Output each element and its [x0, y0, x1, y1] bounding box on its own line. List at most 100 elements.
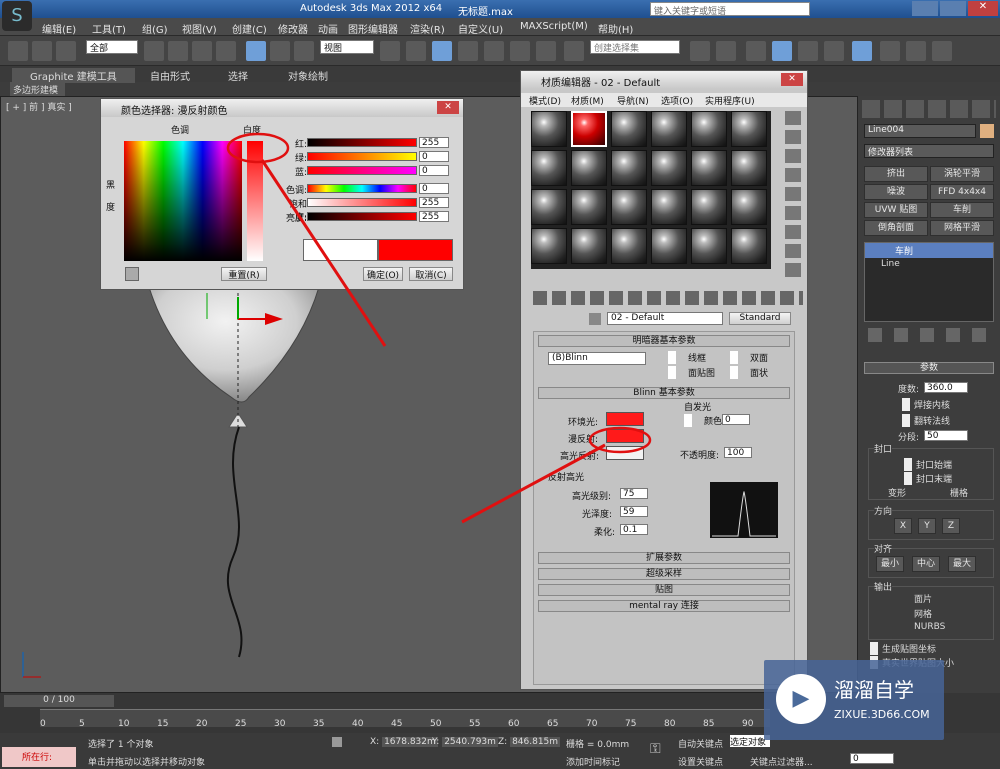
- face-map-checkbox[interactable]: 面贴图: [668, 366, 715, 379]
- output-nurbs-radio[interactable]: NURBS: [914, 622, 945, 632]
- close-icon[interactable]: ✕: [781, 73, 803, 86]
- pivot-icon[interactable]: [380, 41, 400, 61]
- degrees-value[interactable]: 360.0: [924, 382, 968, 393]
- tab-selection[interactable]: 选择: [228, 68, 248, 83]
- maxscript-listener[interactable]: 所在行:: [2, 747, 76, 767]
- turbosmooth-button[interactable]: 涡轮平滑: [930, 166, 994, 182]
- channel-slider[interactable]: [307, 198, 417, 207]
- menu-item[interactable]: 修改器: [278, 21, 308, 36]
- modifier-list-dropdown[interactable]: 修改器列表: [864, 144, 994, 158]
- eyedropper-icon[interactable]: [589, 313, 601, 325]
- sample-slot[interactable]: [731, 150, 767, 186]
- channel-slider[interactable]: [307, 184, 417, 193]
- sample-slot[interactable]: [651, 189, 687, 225]
- wire-checkbox[interactable]: 线框: [668, 351, 706, 364]
- ribbon-toggle-icon[interactable]: [772, 41, 792, 61]
- specular-swatch[interactable]: [606, 446, 644, 460]
- reset-button[interactable]: 重置(R): [221, 267, 267, 281]
- lock-icon[interactable]: [332, 737, 342, 747]
- mat-menu-mode[interactable]: 模式(D): [529, 94, 561, 107]
- spec-level-value[interactable]: 75: [620, 488, 648, 499]
- sample-slot[interactable]: [531, 150, 567, 186]
- segments-value[interactable]: 50: [924, 430, 968, 441]
- align-min-button[interactable]: 最小: [876, 556, 904, 572]
- lathe-button[interactable]: 车削: [930, 202, 994, 218]
- extended-params-rollout[interactable]: 扩展参数: [538, 552, 790, 564]
- channel-slider[interactable]: [307, 138, 417, 147]
- select-icon[interactable]: [144, 41, 164, 61]
- rect-select-icon[interactable]: [192, 41, 212, 61]
- sample-slot[interactable]: [571, 150, 607, 186]
- unlink-icon[interactable]: [32, 41, 52, 61]
- channel-slider[interactable]: [307, 166, 417, 175]
- cap-end-checkbox[interactable]: 封口末端: [904, 472, 952, 485]
- app-logo-icon[interactable]: S: [2, 1, 32, 31]
- supersampling-rollout[interactable]: 超级采样: [538, 568, 790, 580]
- opacity-value[interactable]: 100: [724, 447, 752, 458]
- render-setup-icon[interactable]: [880, 41, 900, 61]
- z-coord-value[interactable]: 846.815m: [510, 737, 561, 747]
- current-frame[interactable]: 0: [850, 753, 894, 764]
- gen-map-coords-checkbox[interactable]: 生成贴图坐标: [870, 642, 936, 655]
- mat-menu-options[interactable]: 选项(O): [661, 94, 693, 107]
- scale-icon[interactable]: [294, 41, 314, 61]
- menu-item[interactable]: 编辑(E): [42, 21, 76, 36]
- extrude-button[interactable]: 挤出: [864, 166, 928, 182]
- menu-item[interactable]: 工具(T): [92, 21, 126, 36]
- mat-menu-nav[interactable]: 导航(N): [617, 94, 649, 107]
- select-manipulate-icon[interactable]: [406, 41, 426, 61]
- sample-slot[interactable]: [531, 189, 567, 225]
- stack-item-lathe[interactable]: 车削: [865, 243, 993, 258]
- sample-slot[interactable]: [731, 111, 767, 147]
- sample-slot[interactable]: [611, 111, 647, 147]
- bind-icon[interactable]: [56, 41, 76, 61]
- noise-button[interactable]: 噪波: [864, 184, 928, 200]
- sample-slot[interactable]: [571, 228, 607, 264]
- channel-value[interactable]: 255: [419, 211, 449, 222]
- channel-slider[interactable]: [307, 152, 417, 161]
- poly-modeling-tab[interactable]: 多边形建模: [10, 82, 65, 96]
- sample-slot[interactable]: [691, 189, 727, 225]
- set-key-label[interactable]: 设置关键点: [678, 755, 723, 768]
- maps-rollout[interactable]: 贴图: [538, 584, 790, 596]
- material-type-button[interactable]: Standard: [729, 312, 791, 325]
- curve-editor-icon[interactable]: [798, 41, 818, 61]
- cap-start-checkbox[interactable]: 封口始端: [904, 458, 952, 471]
- sample-slot[interactable]: [691, 228, 727, 264]
- sample-slot[interactable]: [611, 228, 647, 264]
- render-icon[interactable]: [932, 41, 952, 61]
- named-selection-dropdown[interactable]: 创建选择集: [590, 40, 680, 54]
- gloss-value[interactable]: 59: [620, 506, 648, 517]
- self-illum-color-checkbox[interactable]: 颜色: [684, 414, 722, 427]
- y-coord-value[interactable]: 2540.793m: [442, 737, 498, 747]
- bevel-profile-button[interactable]: 倒角剖面: [864, 220, 928, 236]
- sample-slot[interactable]: [531, 228, 567, 264]
- material-editor-icon[interactable]: [852, 41, 872, 61]
- sample-slot[interactable]: [651, 228, 687, 264]
- keyboard-shortcut-icon[interactable]: [432, 41, 452, 61]
- meshsmooth-button[interactable]: 网格平滑: [930, 220, 994, 236]
- menu-item[interactable]: 组(G): [142, 21, 168, 36]
- whiteness-bar[interactable]: [247, 141, 263, 261]
- sample-slot[interactable]: [611, 189, 647, 225]
- sample-slot-2-red[interactable]: [571, 111, 607, 147]
- window-close-button[interactable]: ✕: [968, 1, 998, 16]
- sample-slot[interactable]: [731, 228, 767, 264]
- ref-coord-dropdown[interactable]: 视图: [320, 40, 374, 54]
- sample-slot[interactable]: [691, 150, 727, 186]
- angle-snap-icon[interactable]: [484, 41, 504, 61]
- mat-menu-material[interactable]: 材质(M): [571, 94, 604, 107]
- grid-radio[interactable]: 栅格: [950, 486, 968, 499]
- ambient-swatch[interactable]: [606, 412, 644, 426]
- stack-item-line[interactable]: Line: [865, 258, 993, 270]
- self-illum-value[interactable]: 0: [722, 414, 750, 425]
- tab-graphite[interactable]: Graphite 建模工具: [12, 68, 135, 83]
- params-rollout[interactable]: 参数: [864, 362, 994, 374]
- sample-slot[interactable]: [651, 150, 687, 186]
- spinner-snap-icon[interactable]: [536, 41, 556, 61]
- channel-value[interactable]: 255: [419, 197, 449, 208]
- align-center-button[interactable]: 中心: [912, 556, 940, 572]
- ok-button[interactable]: 确定(O): [363, 267, 403, 281]
- sample-slot-1[interactable]: [531, 111, 567, 147]
- mental-ray-rollout[interactable]: mental ray 连接: [538, 600, 790, 612]
